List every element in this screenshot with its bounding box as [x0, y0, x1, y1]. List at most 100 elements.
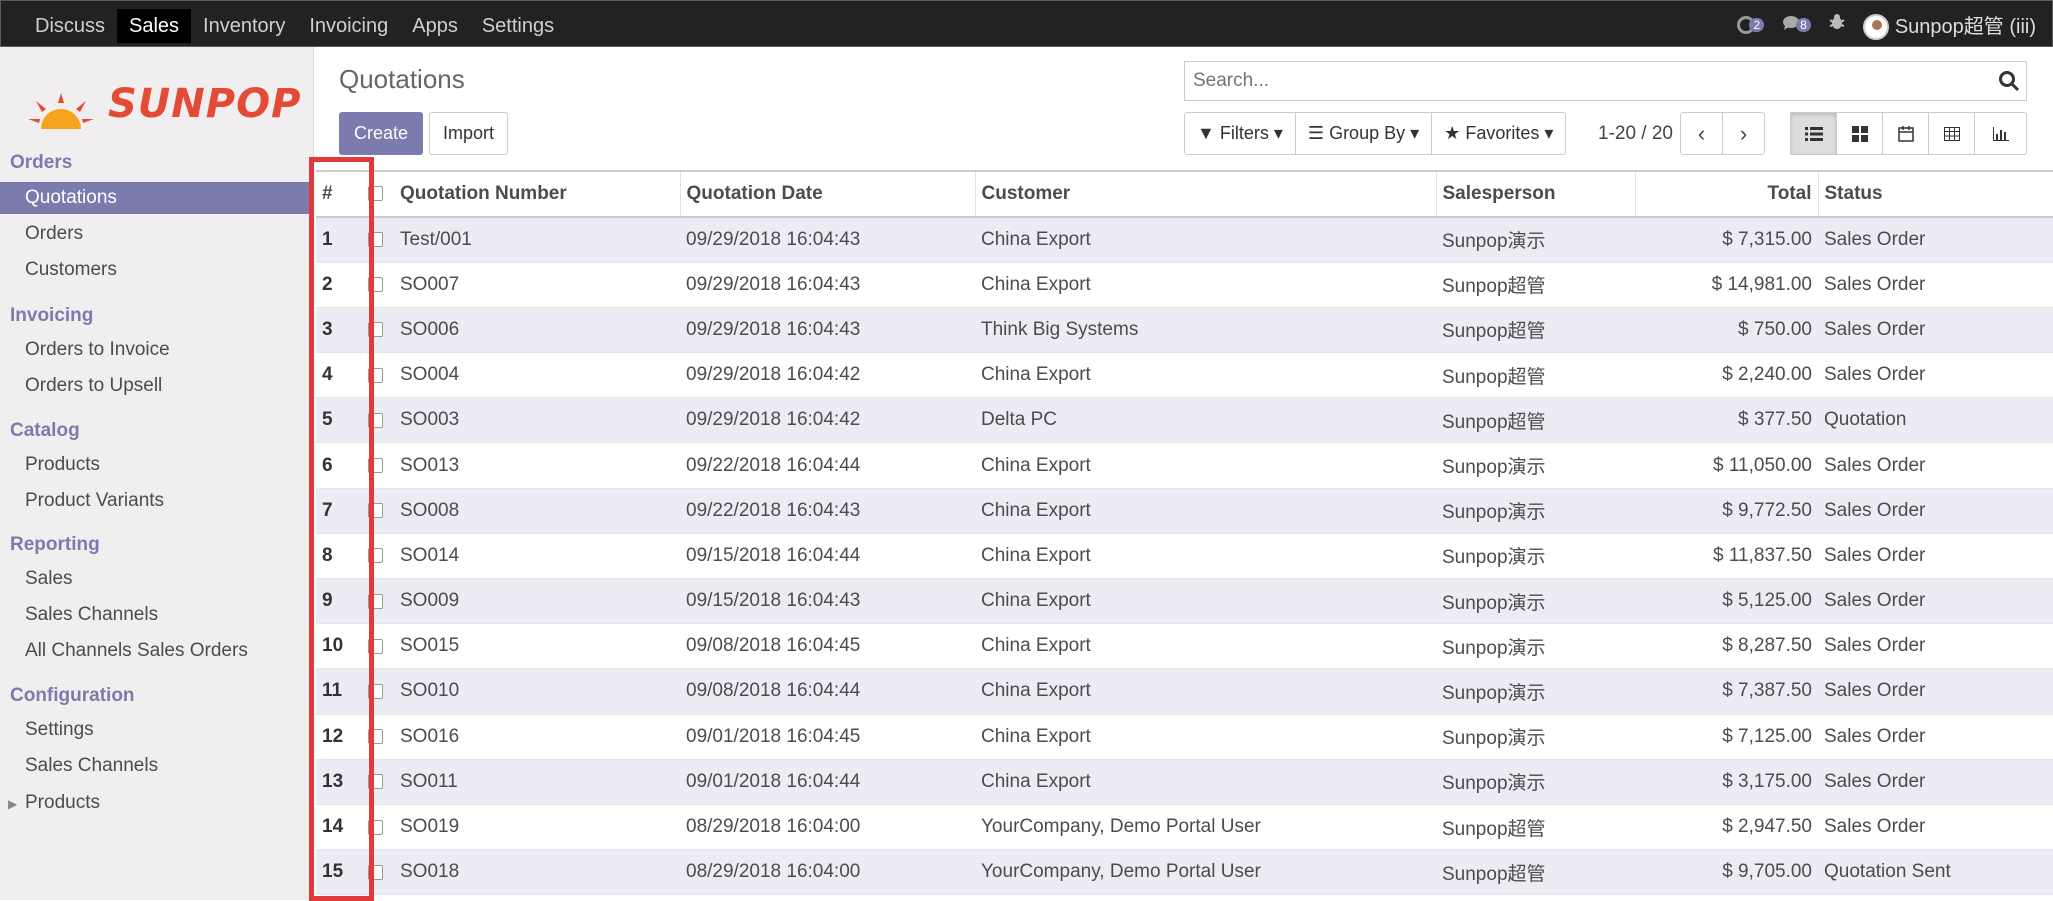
- row-checkbox[interactable]: [368, 593, 383, 609]
- sidebar-item-product-variants[interactable]: Product Variants: [0, 485, 310, 517]
- row-checkbox[interactable]: [368, 819, 383, 835]
- search-icon[interactable]: [1998, 70, 2020, 92]
- table-row[interactable]: 8 SO014 09/15/2018 16:04:44 China Export Sun…: [316, 533, 2053, 580]
- row-checkbox[interactable]: [368, 864, 383, 880]
- table-row[interactable]: 5 SO003 09/29/2018 16:04:42 Delta PC Sunpop超…: [316, 397, 2053, 444]
- sidebar-item-orders-to-invoice[interactable]: Orders to Invoice: [0, 334, 310, 366]
- sidebar-item-settings[interactable]: Settings: [0, 714, 310, 746]
- row-select[interactable]: [366, 442, 394, 489]
- section-configuration: Configuration: [10, 685, 135, 706]
- row-select[interactable]: [366, 668, 394, 715]
- sidebar-item-orders-to-upsell[interactable]: Orders to Upsell: [0, 370, 310, 402]
- sidebar-item-quotations[interactable]: Quotations: [0, 182, 310, 214]
- column-quotation-date[interactable]: Quotation Date: [679, 170, 975, 218]
- messages-button[interactable]: 8: [1782, 14, 1811, 37]
- table-row[interactable]: 3 SO006 09/29/2018 16:04:43 Think Big Syste…: [316, 307, 2053, 354]
- row-checkbox[interactable]: [368, 503, 383, 519]
- column-customer[interactable]: Customer: [974, 170, 1436, 218]
- row-checkbox[interactable]: [368, 458, 383, 474]
- table-row[interactable]: 9 SO009 09/15/2018 16:04:43 China Export Sun…: [316, 578, 2053, 625]
- row-select[interactable]: [366, 397, 394, 444]
- table-row[interactable]: 12 SO016 09/01/2018 16:04:45 China Export Su…: [316, 714, 2053, 760]
- sidebar-item-sales[interactable]: Sales: [0, 563, 310, 595]
- row-checkbox[interactable]: [368, 548, 383, 564]
- sidebar-item-sales-channels[interactable]: Sales Channels: [0, 599, 310, 631]
- view-graph-button[interactable]: [1974, 112, 2027, 155]
- kanban-view-icon: [1851, 125, 1868, 142]
- table-row[interactable]: 1 Test/001 09/29/2018 16:04:43 China Export…: [316, 217, 2053, 263]
- table-row[interactable]: 6 SO013 09/22/2018 16:04:44 China Export Sun…: [316, 442, 2053, 489]
- row-select[interactable]: [366, 533, 394, 580]
- column-select-all[interactable]: [366, 170, 394, 218]
- view-list-button[interactable]: [1790, 112, 1837, 155]
- view-calendar-button[interactable]: [1882, 112, 1929, 155]
- menu-discuss[interactable]: Discuss: [23, 9, 117, 43]
- total: $ 11,837.50: [1635, 533, 1818, 580]
- row-checkbox[interactable]: [368, 683, 383, 699]
- sidebar-item-customers[interactable]: Customers: [0, 254, 310, 286]
- row-select[interactable]: [366, 262, 394, 308]
- table-row[interactable]: 13 SO011 09/01/2018 16:04:44 China Export Su…: [316, 759, 2053, 805]
- favorites-dropdown[interactable]: ★ Favorites ▾: [1432, 113, 1565, 154]
- row-select[interactable]: [366, 578, 394, 625]
- row-select[interactable]: [366, 623, 394, 670]
- view-kanban-button[interactable]: [1836, 112, 1883, 155]
- pager-value[interactable]: 1-20 / 20: [1598, 123, 1673, 145]
- table-row[interactable]: 2 SO007 09/29/2018 16:04:43 China Export Sun…: [316, 262, 2053, 308]
- row-checkbox[interactable]: [368, 774, 383, 790]
- column-quotation-number-label: Quotation Number: [400, 183, 567, 204]
- search-input[interactable]: [1185, 62, 1975, 100]
- row-select[interactable]: [366, 488, 394, 534]
- sidebar-item-all-channels-sales-orders[interactable]: All Channels Sales Orders: [0, 635, 310, 667]
- pager-next[interactable]: ›: [1722, 112, 1765, 155]
- salesperson: Sunpop演示: [1436, 442, 1635, 489]
- row-checkbox[interactable]: [368, 729, 383, 745]
- table-row[interactable]: 15 SO018 08/29/2018 16:04:00 YourCompany, D…: [316, 849, 2053, 896]
- debug-button[interactable]: [1829, 13, 1845, 37]
- select-all-checkbox[interactable]: [368, 186, 383, 202]
- create-button[interactable]: Create: [339, 112, 423, 155]
- row-checkbox[interactable]: [368, 638, 383, 654]
- table-row[interactable]: 10 SO015 09/08/2018 16:04:45 China Export Su…: [316, 623, 2053, 670]
- row-select[interactable]: [366, 307, 394, 354]
- pager-previous[interactable]: ‹: [1680, 112, 1723, 155]
- row-select[interactable]: [366, 217, 394, 263]
- row-checkbox[interactable]: [368, 232, 383, 248]
- menu-apps[interactable]: Apps: [400, 9, 470, 43]
- row-checkbox[interactable]: [368, 277, 383, 293]
- sidebar-item-config-products[interactable]: Products: [0, 787, 310, 819]
- column-salesperson[interactable]: Salesperson: [1435, 170, 1635, 218]
- activity-button[interactable]: 2: [1737, 14, 1765, 37]
- row-select[interactable]: [366, 352, 394, 399]
- row-select[interactable]: [366, 759, 394, 805]
- table-row[interactable]: 7 SO008 09/22/2018 16:04:43 China Export Sun…: [316, 488, 2053, 534]
- quotations-table: # Quotation Number Quotation Date Custom…: [316, 170, 2053, 896]
- column-quotation-number[interactable]: Quotation Number: [394, 170, 680, 218]
- customer: YourCompany, Demo Portal User: [975, 804, 1436, 851]
- column-total[interactable]: Total: [1634, 170, 1818, 218]
- sidebar-item-orders[interactable]: Orders: [0, 218, 310, 250]
- row-number: 7: [316, 488, 366, 534]
- user-menu[interactable]: Sunpop超管 (iii): [1862, 10, 2036, 41]
- menu-inventory[interactable]: Inventory: [191, 9, 297, 43]
- table-row[interactable]: 14 SO019 08/29/2018 16:04:00 YourCompany, D…: [316, 804, 2053, 851]
- row-select[interactable]: [366, 804, 394, 851]
- menu-sales[interactable]: Sales: [117, 9, 192, 43]
- sidebar-item-products[interactable]: Products: [0, 449, 310, 481]
- table-row[interactable]: 11 SO010 09/08/2018 16:04:44 China Export Su…: [316, 668, 2053, 715]
- menu-invoicing[interactable]: Invoicing: [297, 9, 400, 43]
- row-checkbox[interactable]: [368, 322, 383, 338]
- sidebar-item-config-sales-channels[interactable]: Sales Channels: [0, 750, 310, 782]
- row-checkbox[interactable]: [368, 367, 383, 383]
- menu-settings[interactable]: Settings: [470, 9, 566, 43]
- row-checkbox[interactable]: [368, 412, 383, 428]
- row-select[interactable]: [366, 849, 394, 896]
- filters-dropdown[interactable]: ▼ Filters ▾: [1185, 113, 1296, 154]
- table-row[interactable]: 4 SO004 09/29/2018 16:04:42 China Export Sun…: [316, 352, 2053, 399]
- import-button[interactable]: Import: [429, 112, 508, 155]
- row-select[interactable]: [366, 714, 394, 760]
- row-number: 6: [316, 442, 366, 489]
- view-pivot-button[interactable]: [1928, 112, 1975, 155]
- column-status[interactable]: Status: [1817, 170, 2053, 218]
- groupby-dropdown[interactable]: ☰ Group By ▾: [1296, 113, 1433, 154]
